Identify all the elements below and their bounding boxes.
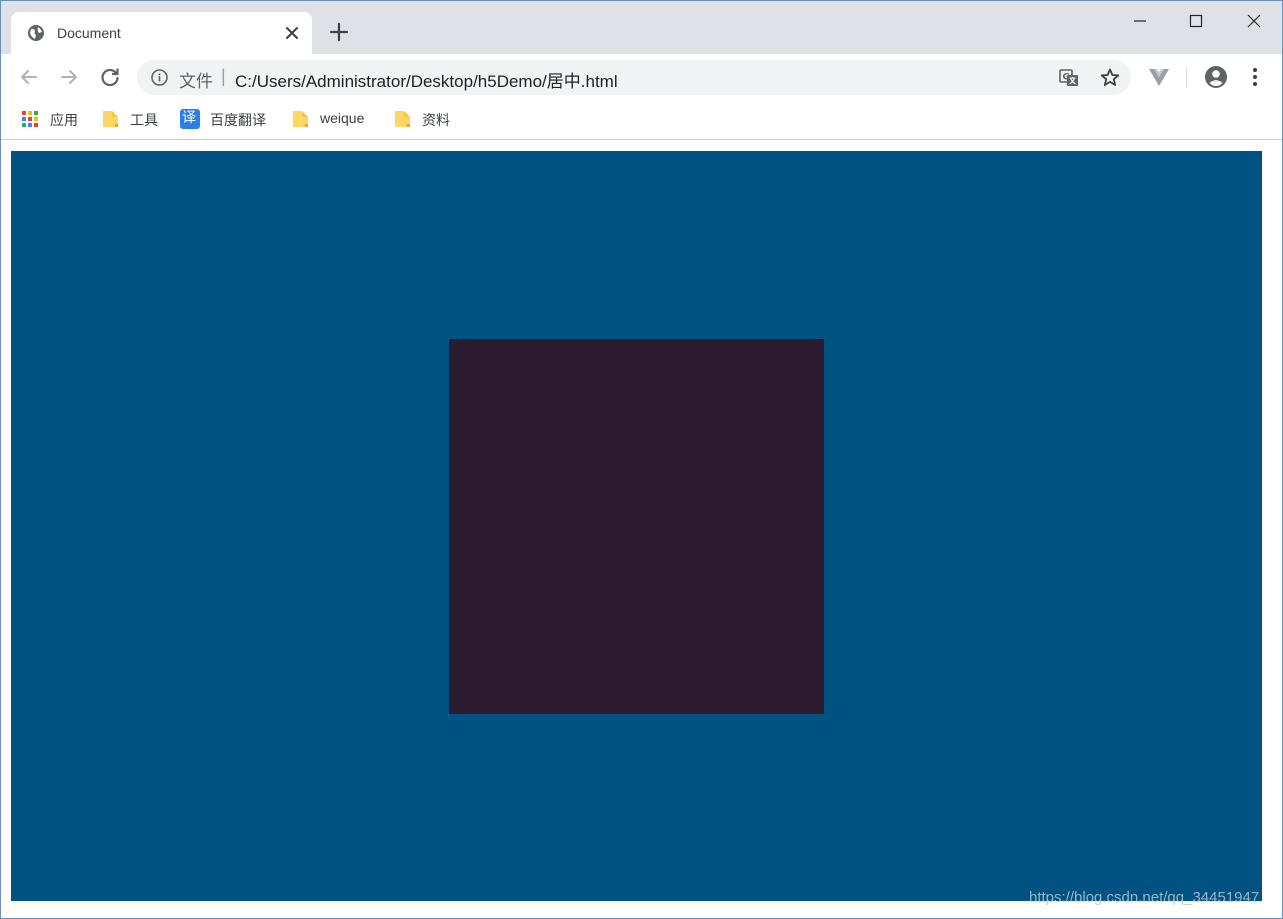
bookmark-label: 百度翻译 xyxy=(210,112,266,128)
tab-title: Document xyxy=(57,25,121,41)
vue-devtools-icon[interactable] xyxy=(1146,64,1172,90)
bookmark-label: weique xyxy=(320,110,365,126)
folder-icon xyxy=(293,111,308,127)
account-icon[interactable] xyxy=(1203,64,1229,90)
bookmark-folder-materials[interactable]: 资料 xyxy=(393,108,457,130)
bookmark-star-icon[interactable] xyxy=(1098,66,1122,90)
back-arrow-icon[interactable] xyxy=(16,64,42,90)
bookmark-label: 资料 xyxy=(422,112,450,128)
folder-icon xyxy=(103,111,118,127)
bookmark-label: 应用 xyxy=(50,112,78,128)
minimize-icon[interactable] xyxy=(1128,9,1152,33)
window-close-icon[interactable] xyxy=(1242,9,1266,33)
scheme-label: 文件 xyxy=(179,72,213,91)
tab-strip: Document xyxy=(1,1,1282,54)
bookmark-label: 工具 xyxy=(130,112,158,128)
toolbar: 文件 | C:/Users/Administrator/Desktop/h5De… xyxy=(1,54,1282,100)
browser-window: Document 文件 | C:/Users/Administrator/Des… xyxy=(0,0,1283,919)
new-tab-plus-icon[interactable] xyxy=(328,21,350,43)
bookmarks-bar: 应用 工具 译 百度翻译 weique 资料 xyxy=(1,100,1282,140)
tab-document[interactable]: Document xyxy=(11,12,312,54)
info-icon[interactable] xyxy=(150,68,169,87)
outer-container-box xyxy=(11,151,1262,901)
bookmark-folder-weique[interactable]: weique xyxy=(291,108,377,130)
address-bar[interactable]: 文件 | C:/Users/Administrator/Desktop/h5De… xyxy=(137,60,1131,95)
folder-icon xyxy=(395,111,410,127)
url-text[interactable]: C:/Users/Administrator/Desktop/h5Demo/居中… xyxy=(235,67,618,92)
forward-arrow-icon[interactable] xyxy=(56,64,82,90)
more-vert-icon[interactable] xyxy=(1244,64,1266,90)
close-tab-icon[interactable] xyxy=(283,24,301,42)
centered-inner-box xyxy=(449,339,824,714)
page-viewport: https://blog.csdn.net/qq_34451947 xyxy=(1,141,1282,918)
bookmark-folder-tools[interactable]: 工具 xyxy=(101,108,163,130)
globe-icon xyxy=(28,25,44,41)
scheme-separator: | xyxy=(221,66,226,86)
translate-icon[interactable]: G xyxy=(1057,66,1081,90)
apps-grid-icon xyxy=(22,111,38,127)
bookmark-baidu-translate[interactable]: 译 百度翻译 xyxy=(180,108,274,130)
reload-icon[interactable] xyxy=(97,64,123,90)
maximize-icon[interactable] xyxy=(1184,9,1208,33)
translate-badge-text: 译 xyxy=(182,110,196,126)
watermark-text: https://blog.csdn.net/qq_34451947 xyxy=(1029,889,1260,906)
toolbar-divider xyxy=(1186,67,1187,87)
bookmark-apps[interactable]: 应用 xyxy=(21,108,83,130)
